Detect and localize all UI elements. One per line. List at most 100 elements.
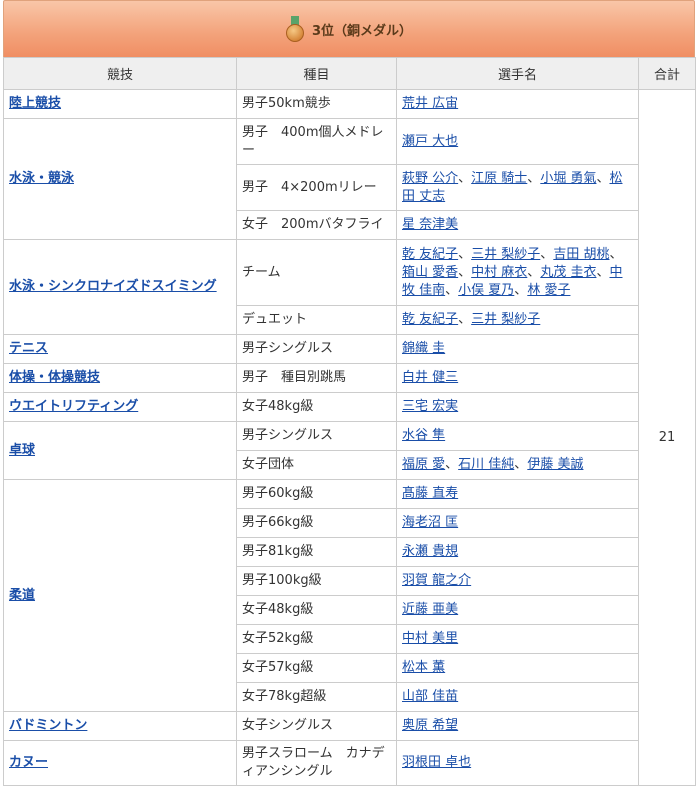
athlete-link[interactable]: 三井 梨紗子 (471, 312, 540, 327)
athlete-link[interactable]: 松本 薫 (402, 660, 445, 675)
athletes-cell: 荒井 広宙 (396, 89, 639, 119)
athlete-link[interactable]: 三井 梨紗子 (471, 247, 540, 262)
athlete-link[interactable]: 山部 佳苗 (402, 689, 458, 704)
event-cell: 男子50km競歩 (236, 89, 397, 119)
athlete-link[interactable]: 伊藤 美誠 (527, 457, 583, 472)
athlete-link[interactable]: 瀬戸 大也 (402, 134, 458, 149)
sport-link[interactable]: 水泳・競泳 (9, 171, 74, 186)
medal-table: 競技 種目 選手名 合計 陸上競技 男子50km競歩 荒井 広宙 21 水泳・競泳 男子 … (3, 57, 696, 786)
athlete-link[interactable]: 星 奈津美 (402, 217, 458, 232)
athlete-link[interactable]: 乾 友紀子 (402, 312, 458, 327)
event-cell: 男子スラローム カナディアンシングル (236, 740, 397, 786)
separator: 、 (458, 246, 472, 262)
athlete-link[interactable]: 羽賀 龍之介 (402, 573, 471, 588)
athletes-cell: 奥原 希望 (396, 711, 639, 741)
athlete-link[interactable]: 乾 友紀子 (402, 247, 458, 262)
separator: 、 (458, 170, 472, 186)
sport-cell: 体操・体操競技 (3, 363, 237, 393)
athletes-cell: 福原 愛、石川 佳純、伊藤 美誠 (396, 450, 639, 480)
event-cell: デュエット (236, 305, 397, 335)
sport-link[interactable]: 体操・体操競技 (9, 370, 100, 385)
sport-link[interactable]: ウエイトリフティング (9, 399, 138, 414)
sport-cell: バドミントン (3, 711, 237, 741)
header-title: 3位（銅メダル） (311, 23, 413, 39)
column-header-sport: 競技 (3, 57, 237, 90)
table-header-row: 競技 種目 選手名 合計 (3, 57, 696, 90)
column-header-event: 種目 (236, 57, 397, 90)
sport-link[interactable]: 陸上競技 (9, 96, 61, 111)
athlete-link[interactable]: 中村 麻衣 (471, 265, 527, 280)
athlete-link[interactable]: 丸茂 圭衣 (540, 265, 596, 280)
athlete-link[interactable]: 水谷 隼 (402, 428, 445, 443)
sport-cell: 水泳・シンクロナイズドスイミング (3, 239, 237, 335)
separator: 、 (596, 264, 610, 280)
athlete-link[interactable]: 錦織 圭 (402, 341, 445, 356)
event-cell: 女子52kg級 (236, 624, 397, 654)
athletes-cell: 白井 健三 (396, 363, 639, 393)
sport-link[interactable]: テニス (9, 341, 48, 356)
athlete-link[interactable]: 萩野 公介 (402, 171, 458, 186)
separator: 、 (445, 282, 459, 298)
athlete-link[interactable]: 箱山 愛香 (402, 265, 458, 280)
sport-link[interactable]: バドミントン (9, 718, 87, 733)
athlete-link[interactable]: 羽根田 卓也 (402, 755, 471, 770)
separator: 、 (527, 264, 541, 280)
event-cell: 女子 200mバタフライ (236, 210, 397, 240)
event-cell: 男子シングルス (236, 334, 397, 364)
athletes-cell: 髙藤 直寿 (396, 479, 639, 509)
table-row: 水泳・シンクロナイズドスイミング チーム乾 友紀子、三井 梨紗子、吉田 胡桃、箱山… (3, 239, 696, 335)
separator: 、 (514, 457, 528, 472)
sport-link[interactable]: 柔道 (9, 588, 35, 603)
table-body: 陸上競技 男子50km競歩 荒井 広宙 21 水泳・競泳 男子 400m個人メドレー 瀬戸 … (3, 89, 696, 786)
athlete-link[interactable]: 永瀬 貴規 (402, 544, 458, 559)
athlete-link[interactable]: 小俣 夏乃 (458, 283, 514, 298)
athlete-link[interactable]: 奥原 希望 (402, 718, 458, 733)
athlete-link[interactable]: 近藤 亜美 (402, 602, 458, 617)
separator: 、 (458, 264, 472, 280)
separator: 、 (458, 312, 472, 327)
athlete-link[interactable]: 福原 愛 (402, 457, 445, 472)
sport-cell: テニス (3, 334, 237, 364)
event-cell: 男子60kg級 (236, 479, 397, 509)
athletes-cell: 錦織 圭 (396, 334, 639, 364)
athlete-link[interactable]: 石川 佳純 (458, 457, 514, 472)
event-cell: 男子 4×200mリレー (236, 164, 397, 211)
sport-link[interactable]: 卓球 (9, 443, 35, 458)
event-cell: 男子 種目別跳馬 (236, 363, 397, 393)
sport-link[interactable]: 水泳・シンクロナイズドスイミング (9, 279, 217, 294)
sport-cell: 柔道 (3, 479, 237, 712)
athletes-cell: 乾 友紀子、三井 梨紗子、吉田 胡桃、箱山 愛香、中村 麻衣、丸茂 圭衣、中牧 … (396, 239, 639, 306)
athlete-link[interactable]: 髙藤 直寿 (402, 486, 458, 501)
event-cell: 女子48kg級 (236, 595, 397, 625)
athlete-link[interactable]: 小堀 勇氣 (540, 171, 596, 186)
bronze-medal-icon (285, 16, 304, 42)
separator: 、 (527, 170, 541, 186)
athlete-link[interactable]: 吉田 胡桃 (553, 247, 609, 262)
athletes-cell: 乾 友紀子、三井 梨紗子 (396, 305, 639, 335)
event-cell: 男子シングルス (236, 421, 397, 451)
athletes-cell: 近藤 亜美 (396, 595, 639, 625)
athletes-cell: 三宅 宏実 (396, 392, 639, 422)
athletes-cell: 星 奈津美 (396, 210, 639, 240)
table-row: 体操・体操競技 男子 種目別跳馬 白井 健三 (3, 363, 696, 393)
sport-link[interactable]: カヌー (9, 755, 48, 770)
athlete-link[interactable]: 荒井 広宙 (402, 96, 458, 111)
athletes-cell: 永瀬 貴規 (396, 537, 639, 567)
event-cell: 男子66kg級 (236, 508, 397, 538)
table-row: 水泳・競泳 男子 400m個人メドレー 瀬戸 大也 (3, 118, 696, 240)
athletes-cell: 中村 美里 (396, 624, 639, 654)
athlete-link[interactable]: 海老沼 匡 (402, 515, 458, 530)
athlete-link[interactable]: 三宅 宏実 (402, 399, 458, 414)
event-cell: 女子57kg級 (236, 653, 397, 683)
athlete-link[interactable]: 江原 騎士 (471, 171, 527, 186)
athletes-cell: 瀬戸 大也 (396, 118, 639, 165)
athlete-link[interactable]: 中村 美里 (402, 631, 458, 646)
athletes-cell: 海老沼 匡 (396, 508, 639, 538)
separator: 、 (514, 282, 528, 298)
separator: 、 (445, 457, 459, 472)
sport-cell: ウエイトリフティング (3, 392, 237, 422)
athlete-link[interactable]: 白井 健三 (402, 370, 458, 385)
athlete-link[interactable]: 林 愛子 (527, 283, 570, 298)
event-cell: 男子 400m個人メドレー (236, 118, 397, 165)
event-cell: 女子48kg級 (236, 392, 397, 422)
